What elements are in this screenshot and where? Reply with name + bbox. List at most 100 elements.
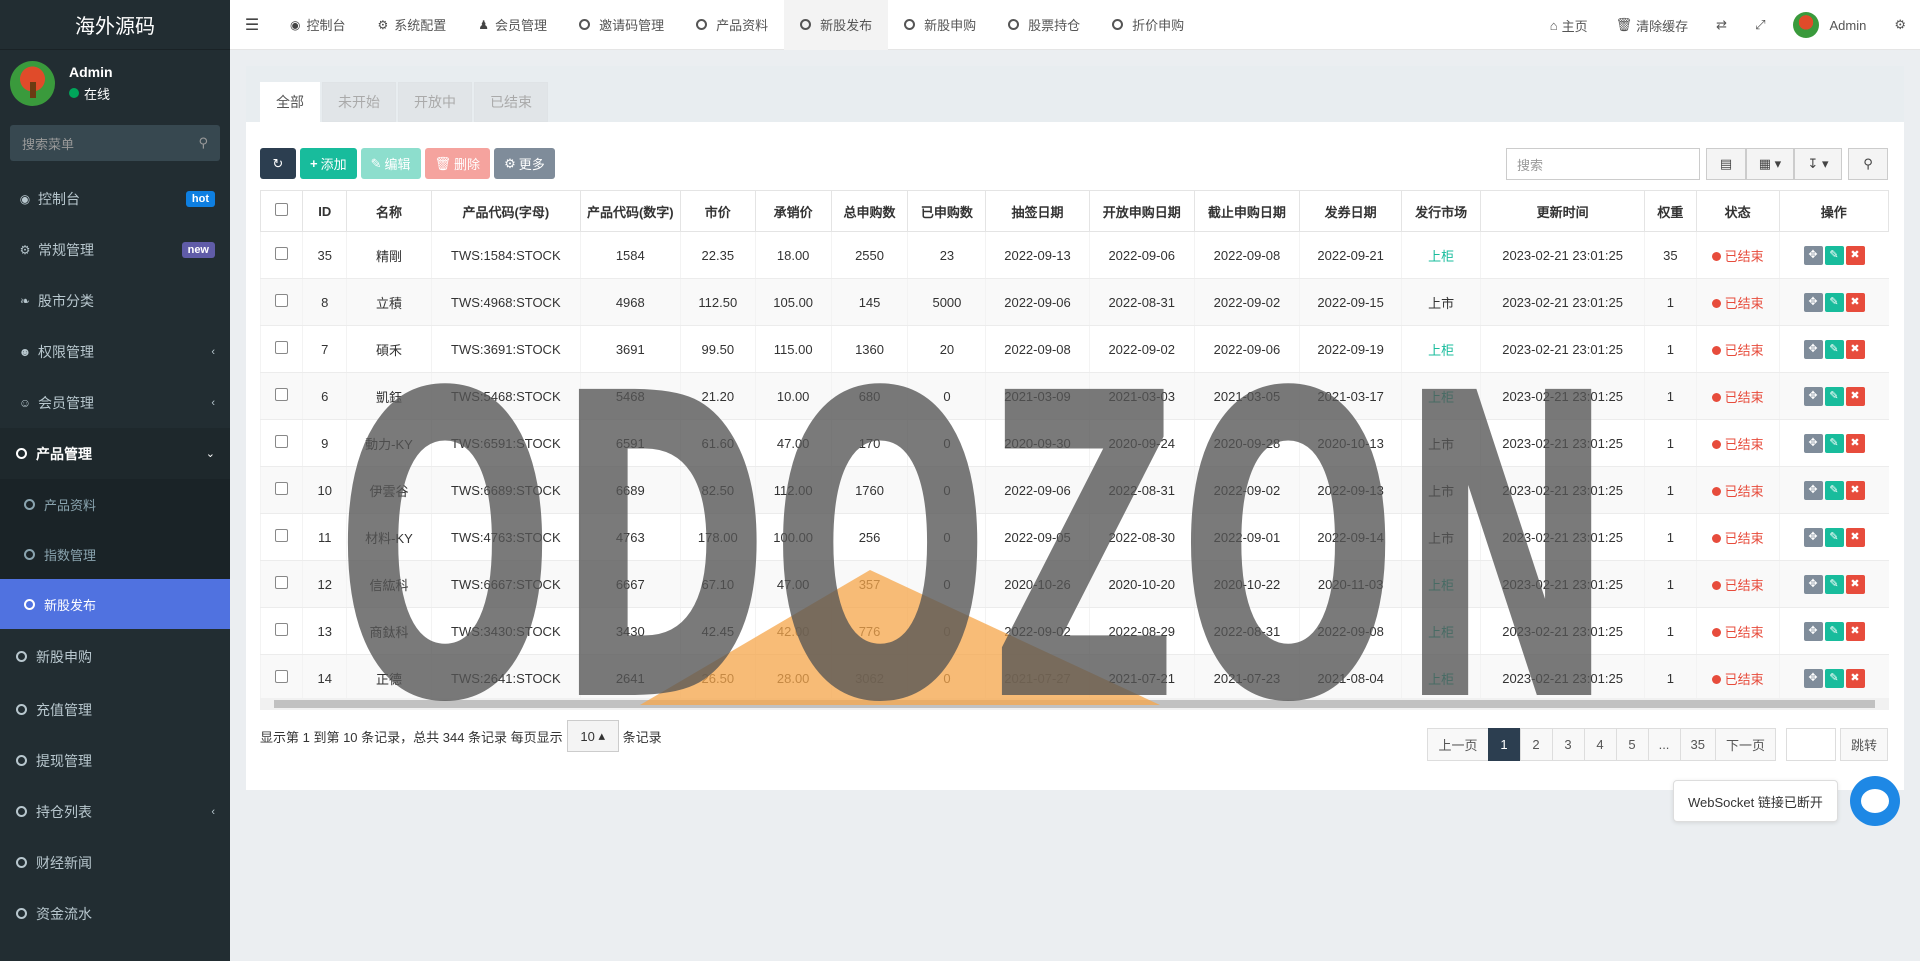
table-row[interactable]: 9 動力-KY TWS:6591:STOCK 6591 61.60 47.00 170 0 20… bbox=[259, 419, 1889, 467]
sidebar-item-products[interactable]: 产品管理 ⌄ bbox=[0, 428, 230, 479]
brand-logo-text[interactable]: 海外源码 bbox=[0, 0, 230, 50]
delete-trash-icon[interactable]: ✖ bbox=[1845, 292, 1865, 312]
delete-trash-icon[interactable]: ✖ bbox=[1845, 245, 1865, 265]
add-button[interactable]: + 添加 bbox=[300, 148, 357, 179]
drag-move-icon[interactable]: ✥ bbox=[1803, 527, 1823, 547]
delete-trash-icon[interactable]: ✖ bbox=[1845, 574, 1865, 594]
sidebar-item-market-category[interactable]: ❧ 股市分类 bbox=[0, 275, 230, 326]
more-button[interactable]: ⚙ 更多 bbox=[494, 148, 555, 179]
delete-trash-icon[interactable]: ✖ bbox=[1845, 480, 1865, 500]
tab-stock-positions[interactable]: 股票持仓 bbox=[992, 0, 1096, 50]
table-row[interactable]: 6 凱鈺 TWS:5468:STOCK 5468 21.20 10.00 680 0 2021-… bbox=[259, 372, 1889, 420]
next-page-button[interactable]: 下一页 bbox=[1714, 728, 1776, 761]
edit-pencil-icon[interactable]: ✎ bbox=[1824, 292, 1844, 312]
edit-pencil-icon[interactable]: ✎ bbox=[1824, 480, 1844, 500]
drag-move-icon[interactable]: ✥ bbox=[1803, 292, 1823, 312]
col-header[interactable]: 产品代码(数字) bbox=[579, 190, 681, 232]
col-header[interactable]: 发行市场 bbox=[1401, 190, 1482, 232]
col-header[interactable]: 承销价 bbox=[754, 190, 832, 232]
table-row[interactable]: 11 材料-KY TWS:4763:STOCK 4763 178.00 100.00 256… bbox=[259, 513, 1889, 561]
sidebar-subitem-product-info[interactable]: 产品资料 bbox=[0, 479, 230, 529]
sidebar-item-positions[interactable]: 持仓列表 ‹ bbox=[0, 786, 230, 837]
drag-move-icon[interactable]: ✥ bbox=[1803, 480, 1823, 500]
admin-menu[interactable]: Admin bbox=[1779, 12, 1880, 38]
row-checkbox[interactable] bbox=[259, 231, 303, 279]
row-checkbox[interactable] bbox=[259, 607, 303, 655]
table-search-input[interactable]: 搜索 bbox=[1506, 148, 1700, 180]
tab-dashboard[interactable]: ◉ 控制台 bbox=[274, 0, 362, 50]
tab-discount-subscribe[interactable]: 折价申购 bbox=[1096, 0, 1200, 50]
table-row[interactable]: 10 伊雲谷 TWS:6689:STOCK 6689 82.50 112.00 1760 0 2… bbox=[259, 466, 1889, 514]
col-header[interactable]: 开放申购日期 bbox=[1088, 190, 1195, 232]
delete-button[interactable]: 🗑 删除 bbox=[424, 148, 491, 179]
page-button[interactable]: 3 bbox=[1551, 728, 1585, 761]
columns-icon[interactable]: ▦ ▾ bbox=[1746, 148, 1794, 180]
sidebar-item-news[interactable]: 财经新闻 bbox=[0, 837, 230, 888]
sidebar-item-permissions[interactable]: ☻ 权限管理 ‹ bbox=[0, 326, 230, 377]
page-button[interactable]: 4 bbox=[1583, 728, 1617, 761]
table-row[interactable]: 14 正德 TWS:2641:STOCK 2641 26.50 28.00 3062 0 202… bbox=[259, 654, 1889, 702]
col-header[interactable]: 发券日期 bbox=[1299, 190, 1403, 232]
drag-move-icon[interactable]: ✥ bbox=[1803, 574, 1823, 594]
sidebar-item-ipo-subscribe[interactable]: 新股申购 bbox=[0, 629, 230, 684]
filter-tab-not-started[interactable]: 未开始 bbox=[322, 82, 396, 122]
edit-pencil-icon[interactable]: ✎ bbox=[1824, 433, 1844, 453]
col-header[interactable]: 名称 bbox=[345, 190, 432, 232]
page-button[interactable]: 35 bbox=[1679, 728, 1716, 761]
fullscreen-icon[interactable]: ⤢ bbox=[1741, 17, 1779, 33]
col-header[interactable]: 权重 bbox=[1644, 190, 1697, 232]
col-header[interactable]: 已申购数 bbox=[907, 190, 987, 232]
filter-tab-all[interactable]: 全部 bbox=[260, 82, 320, 122]
drag-move-icon[interactable]: ✥ bbox=[1803, 245, 1823, 265]
drag-move-icon[interactable]: ✥ bbox=[1803, 433, 1823, 453]
tab-system-config[interactable]: ⚙ 系统配置 bbox=[362, 0, 463, 50]
col-header[interactable]: 市价 bbox=[679, 190, 756, 232]
col-header[interactable]: 抽签日期 bbox=[985, 190, 1090, 232]
tab-product-info[interactable]: 产品资料 bbox=[680, 0, 784, 50]
sidebar-item-dashboard[interactable]: ◉ 控制台 hot bbox=[0, 173, 230, 224]
tab-members[interactable]: ♟ 会员管理 bbox=[462, 0, 563, 50]
export-icon[interactable]: ↧ ▾ bbox=[1794, 148, 1842, 180]
edit-pencil-icon[interactable]: ✎ bbox=[1824, 339, 1844, 359]
edit-pencil-icon[interactable]: ✎ bbox=[1824, 621, 1844, 641]
page-size-select[interactable]: 10 ▴ bbox=[566, 720, 619, 752]
menu-toggle-icon[interactable]: ☰ bbox=[230, 15, 274, 35]
row-checkbox[interactable] bbox=[259, 325, 303, 373]
col-header[interactable]: 产品代码(字母) bbox=[430, 190, 581, 232]
sidebar-item-general[interactable]: ⚙ 常规管理 new bbox=[0, 224, 230, 275]
col-header[interactable]: 总申购数 bbox=[830, 190, 909, 232]
table-row[interactable]: 13 商鈦科 TWS:3430:STOCK 3430 42.45 42.00 776 0 202… bbox=[259, 607, 1889, 655]
row-checkbox[interactable] bbox=[259, 560, 303, 608]
prev-page-button[interactable]: 上一页 bbox=[1427, 728, 1489, 761]
delete-trash-icon[interactable]: ✖ bbox=[1845, 527, 1865, 547]
drag-move-icon[interactable]: ✥ bbox=[1803, 386, 1823, 406]
row-checkbox[interactable] bbox=[259, 278, 303, 326]
table-row[interactable]: 8 立積 TWS:4968:STOCK 4968 112.50 105.00 145 5000… bbox=[259, 278, 1889, 326]
edit-pencil-icon[interactable]: ✎ bbox=[1824, 386, 1844, 406]
drag-move-icon[interactable]: ✥ bbox=[1803, 668, 1823, 688]
edit-pencil-icon[interactable]: ✎ bbox=[1824, 668, 1844, 688]
toggle-view-icon[interactable]: ▤ bbox=[1706, 148, 1746, 180]
sidebar-subitem-index[interactable]: 指数管理 bbox=[0, 529, 230, 579]
col-header[interactable]: 状态 bbox=[1695, 190, 1780, 232]
home-link[interactable]: ⌂ 主页 bbox=[1536, 16, 1602, 35]
edit-pencil-icon[interactable]: ✎ bbox=[1824, 527, 1844, 547]
edit-pencil-icon[interactable]: ✎ bbox=[1824, 574, 1844, 594]
jump-page-input[interactable] bbox=[1785, 728, 1836, 761]
refresh-button[interactable]: ↻ bbox=[260, 148, 296, 179]
edit-pencil-icon[interactable]: ✎ bbox=[1824, 245, 1844, 265]
filter-tab-ended[interactable]: 已结束 bbox=[474, 82, 548, 122]
sidebar-subitem-ipo-release[interactable]: 新股发布 bbox=[0, 579, 230, 629]
menu-search-input[interactable]: 搜索菜单 ⚲ bbox=[10, 125, 220, 161]
filter-tab-open[interactable]: 开放中 bbox=[398, 82, 472, 122]
delete-trash-icon[interactable]: ✖ bbox=[1845, 386, 1865, 406]
tab-ipo-subscribe[interactable]: 新股申购 bbox=[888, 0, 992, 50]
clear-cache-button[interactable]: 🗑 清除缓存 bbox=[1602, 16, 1703, 35]
edit-button[interactable]: ✎ 编辑 bbox=[360, 148, 421, 179]
col-header[interactable]: ID bbox=[302, 190, 347, 232]
page-button[interactable]: 5 bbox=[1615, 728, 1649, 761]
jump-button[interactable]: 跳转 bbox=[1839, 728, 1888, 761]
table-row[interactable]: 7 碩禾 TWS:3691:STOCK 3691 99.50 115.00 1360 20 20… bbox=[259, 325, 1889, 373]
row-checkbox[interactable] bbox=[259, 372, 303, 420]
sidebar-item-members[interactable]: ☺ 会员管理 ‹ bbox=[0, 377, 230, 428]
